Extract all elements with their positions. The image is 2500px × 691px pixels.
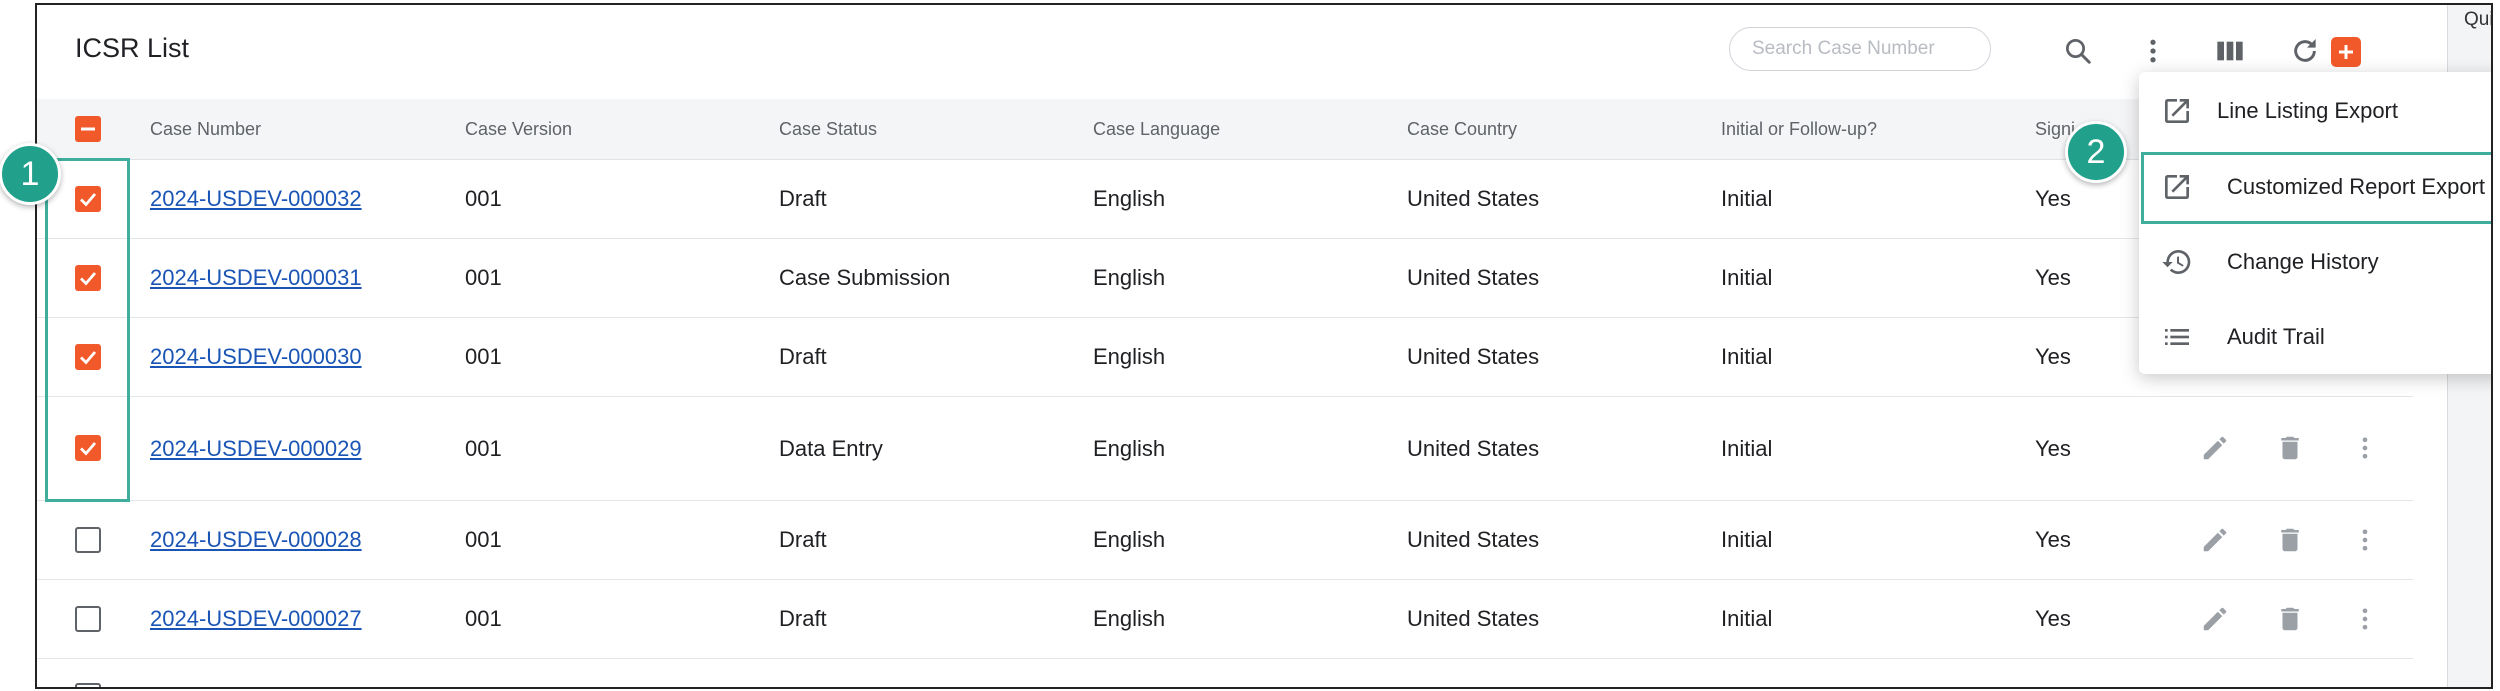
initial-or-follow-up: Initial xyxy=(1721,344,1773,369)
row-checkbox[interactable] xyxy=(75,606,101,632)
initial-or-follow-up: Initial xyxy=(1721,436,1773,461)
refresh-icon[interactable] xyxy=(2285,31,2325,71)
table-row[interactable]: 2024-USDEV-000029 001 Data Entry English… xyxy=(37,397,2413,501)
edit-icon[interactable] xyxy=(2197,522,2233,558)
initial-or-follow-up: Initial xyxy=(1721,527,1773,552)
case-number-link[interactable]: 2024-USDEV-000027 xyxy=(150,580,362,658)
case-language: English xyxy=(1093,436,1166,461)
case-country: United States xyxy=(1407,186,1540,211)
edit-icon[interactable] xyxy=(2197,601,2233,637)
column-header-case-version[interactable]: Case Version xyxy=(465,99,572,159)
case-number-link[interactable]: 2024-USDEV-000031 xyxy=(150,239,362,317)
case-version: 001 xyxy=(465,344,502,369)
case-version: 001 xyxy=(465,527,502,552)
more-vert-icon[interactable] xyxy=(2133,31,2173,71)
table-row[interactable]: 2024-USDEV-000027 001 Draft English Unit… xyxy=(37,580,2413,659)
menu-item-line-listing-export[interactable]: Line Listing Export xyxy=(2139,76,2491,146)
table-row[interactable]: 2024-USDEV-000030 001 Draft English Unit… xyxy=(37,318,2413,397)
case-language: English xyxy=(1093,344,1166,369)
significant-value: Yes xyxy=(2035,186,2071,211)
menu-item-label: Audit Trail xyxy=(2227,324,2325,349)
case-status: Draft xyxy=(779,527,827,552)
delete-icon[interactable] xyxy=(2272,522,2308,558)
highlight-box-checkboxes xyxy=(45,158,130,502)
case-version: 001 xyxy=(465,436,502,461)
menu-item-label: Line Listing Export xyxy=(2217,98,2398,123)
column-header-case-language[interactable]: Case Language xyxy=(1093,99,1220,159)
column-header-initial-or-follow-up[interactable]: Initial or Follow-up? xyxy=(1721,99,1877,159)
row-checkbox[interactable] xyxy=(75,683,101,687)
edit-icon[interactable] xyxy=(2197,430,2233,466)
case-version: 001 xyxy=(465,186,502,211)
case-number-link[interactable]: 2024-USDEV-000028 xyxy=(150,501,362,579)
menu-item-change-history[interactable]: Change History xyxy=(2139,227,2491,297)
columns-icon[interactable] xyxy=(2210,31,2250,71)
case-country: United States xyxy=(1407,265,1540,290)
initial-or-follow-up: Initial xyxy=(1721,186,1773,211)
row-more-vert-icon[interactable] xyxy=(2347,430,2383,466)
case-language: English xyxy=(1093,527,1166,552)
significant-value: Yes xyxy=(2035,527,2071,552)
case-language: English xyxy=(1093,606,1166,631)
significant-value: Yes xyxy=(2035,606,2071,631)
column-header-case-country[interactable]: Case Country xyxy=(1407,99,1517,159)
table-row[interactable]: 2024-USDEV-000028 001 Draft English Unit… xyxy=(37,501,2413,580)
case-version: 001 xyxy=(465,606,502,631)
initial-or-follow-up: Initial xyxy=(1721,265,1773,290)
case-status: Case Submission xyxy=(779,265,951,290)
case-country: United States xyxy=(1407,606,1540,631)
case-country: United States xyxy=(1407,527,1540,552)
row-more-vert-icon[interactable] xyxy=(2347,522,2383,558)
icsr-list-window: ICSR List Qui av ed Case Number Case Ver… xyxy=(35,3,2493,689)
case-status: Data Entry xyxy=(779,436,883,461)
history-icon xyxy=(2162,250,2191,274)
step-badge-2: 2 xyxy=(2065,121,2127,183)
select-all-checkbox[interactable] xyxy=(75,116,101,142)
plus-icon xyxy=(2339,45,2353,59)
column-header-case-number[interactable]: Case Number xyxy=(150,99,261,159)
case-version: 001 xyxy=(465,265,502,290)
significant-value: Yes xyxy=(2035,265,2071,290)
delete-icon[interactable] xyxy=(2272,601,2308,637)
search-input[interactable] xyxy=(1729,27,1991,71)
case-country: United States xyxy=(1407,436,1540,461)
case-country: United States xyxy=(1407,344,1540,369)
row-more-vert-icon[interactable] xyxy=(2347,601,2383,637)
table-row[interactable]: 2024-USDEV-000032 001 Draft English Unit… xyxy=(37,160,2413,239)
significant-value: Yes xyxy=(2035,436,2071,461)
case-status: Draft xyxy=(779,344,827,369)
list-icon xyxy=(2165,329,2189,345)
menu-item-label: Change History xyxy=(2227,249,2379,274)
initial-or-follow-up: Initial xyxy=(1721,606,1773,631)
step-badge-1: 1 xyxy=(0,143,61,205)
search-icon[interactable] xyxy=(2058,31,2098,71)
add-case-button[interactable] xyxy=(2331,37,2361,67)
column-header-case-status[interactable]: Case Status xyxy=(779,99,877,159)
open-in-new-icon xyxy=(2165,99,2189,123)
row-checkbox[interactable] xyxy=(75,527,101,553)
case-number-link[interactable]: 2024-USDEV-000029 xyxy=(150,397,362,500)
case-status: Draft xyxy=(779,186,827,211)
menu-item-audit-trail[interactable]: Audit Trail xyxy=(2139,302,2491,372)
case-language: English xyxy=(1093,186,1166,211)
case-status: Draft xyxy=(779,606,827,631)
table-row[interactable] xyxy=(37,659,2413,687)
table-row[interactable]: 2024-USDEV-000031 001 Case Submission En… xyxy=(37,239,2413,318)
case-number-link[interactable]: 2024-USDEV-000032 xyxy=(150,160,362,238)
case-number-link[interactable]: 2024-USDEV-000030 xyxy=(150,318,362,396)
table-header: Case Number Case Version Case Status Cas… xyxy=(37,99,2413,160)
page-title: ICSR List xyxy=(75,33,190,63)
highlight-box-customized-report xyxy=(2141,152,2491,224)
significant-value: Yes xyxy=(2035,344,2071,369)
side-panel-label: Qui xyxy=(2464,9,2493,30)
delete-icon[interactable] xyxy=(2272,430,2308,466)
case-language: English xyxy=(1093,265,1166,290)
